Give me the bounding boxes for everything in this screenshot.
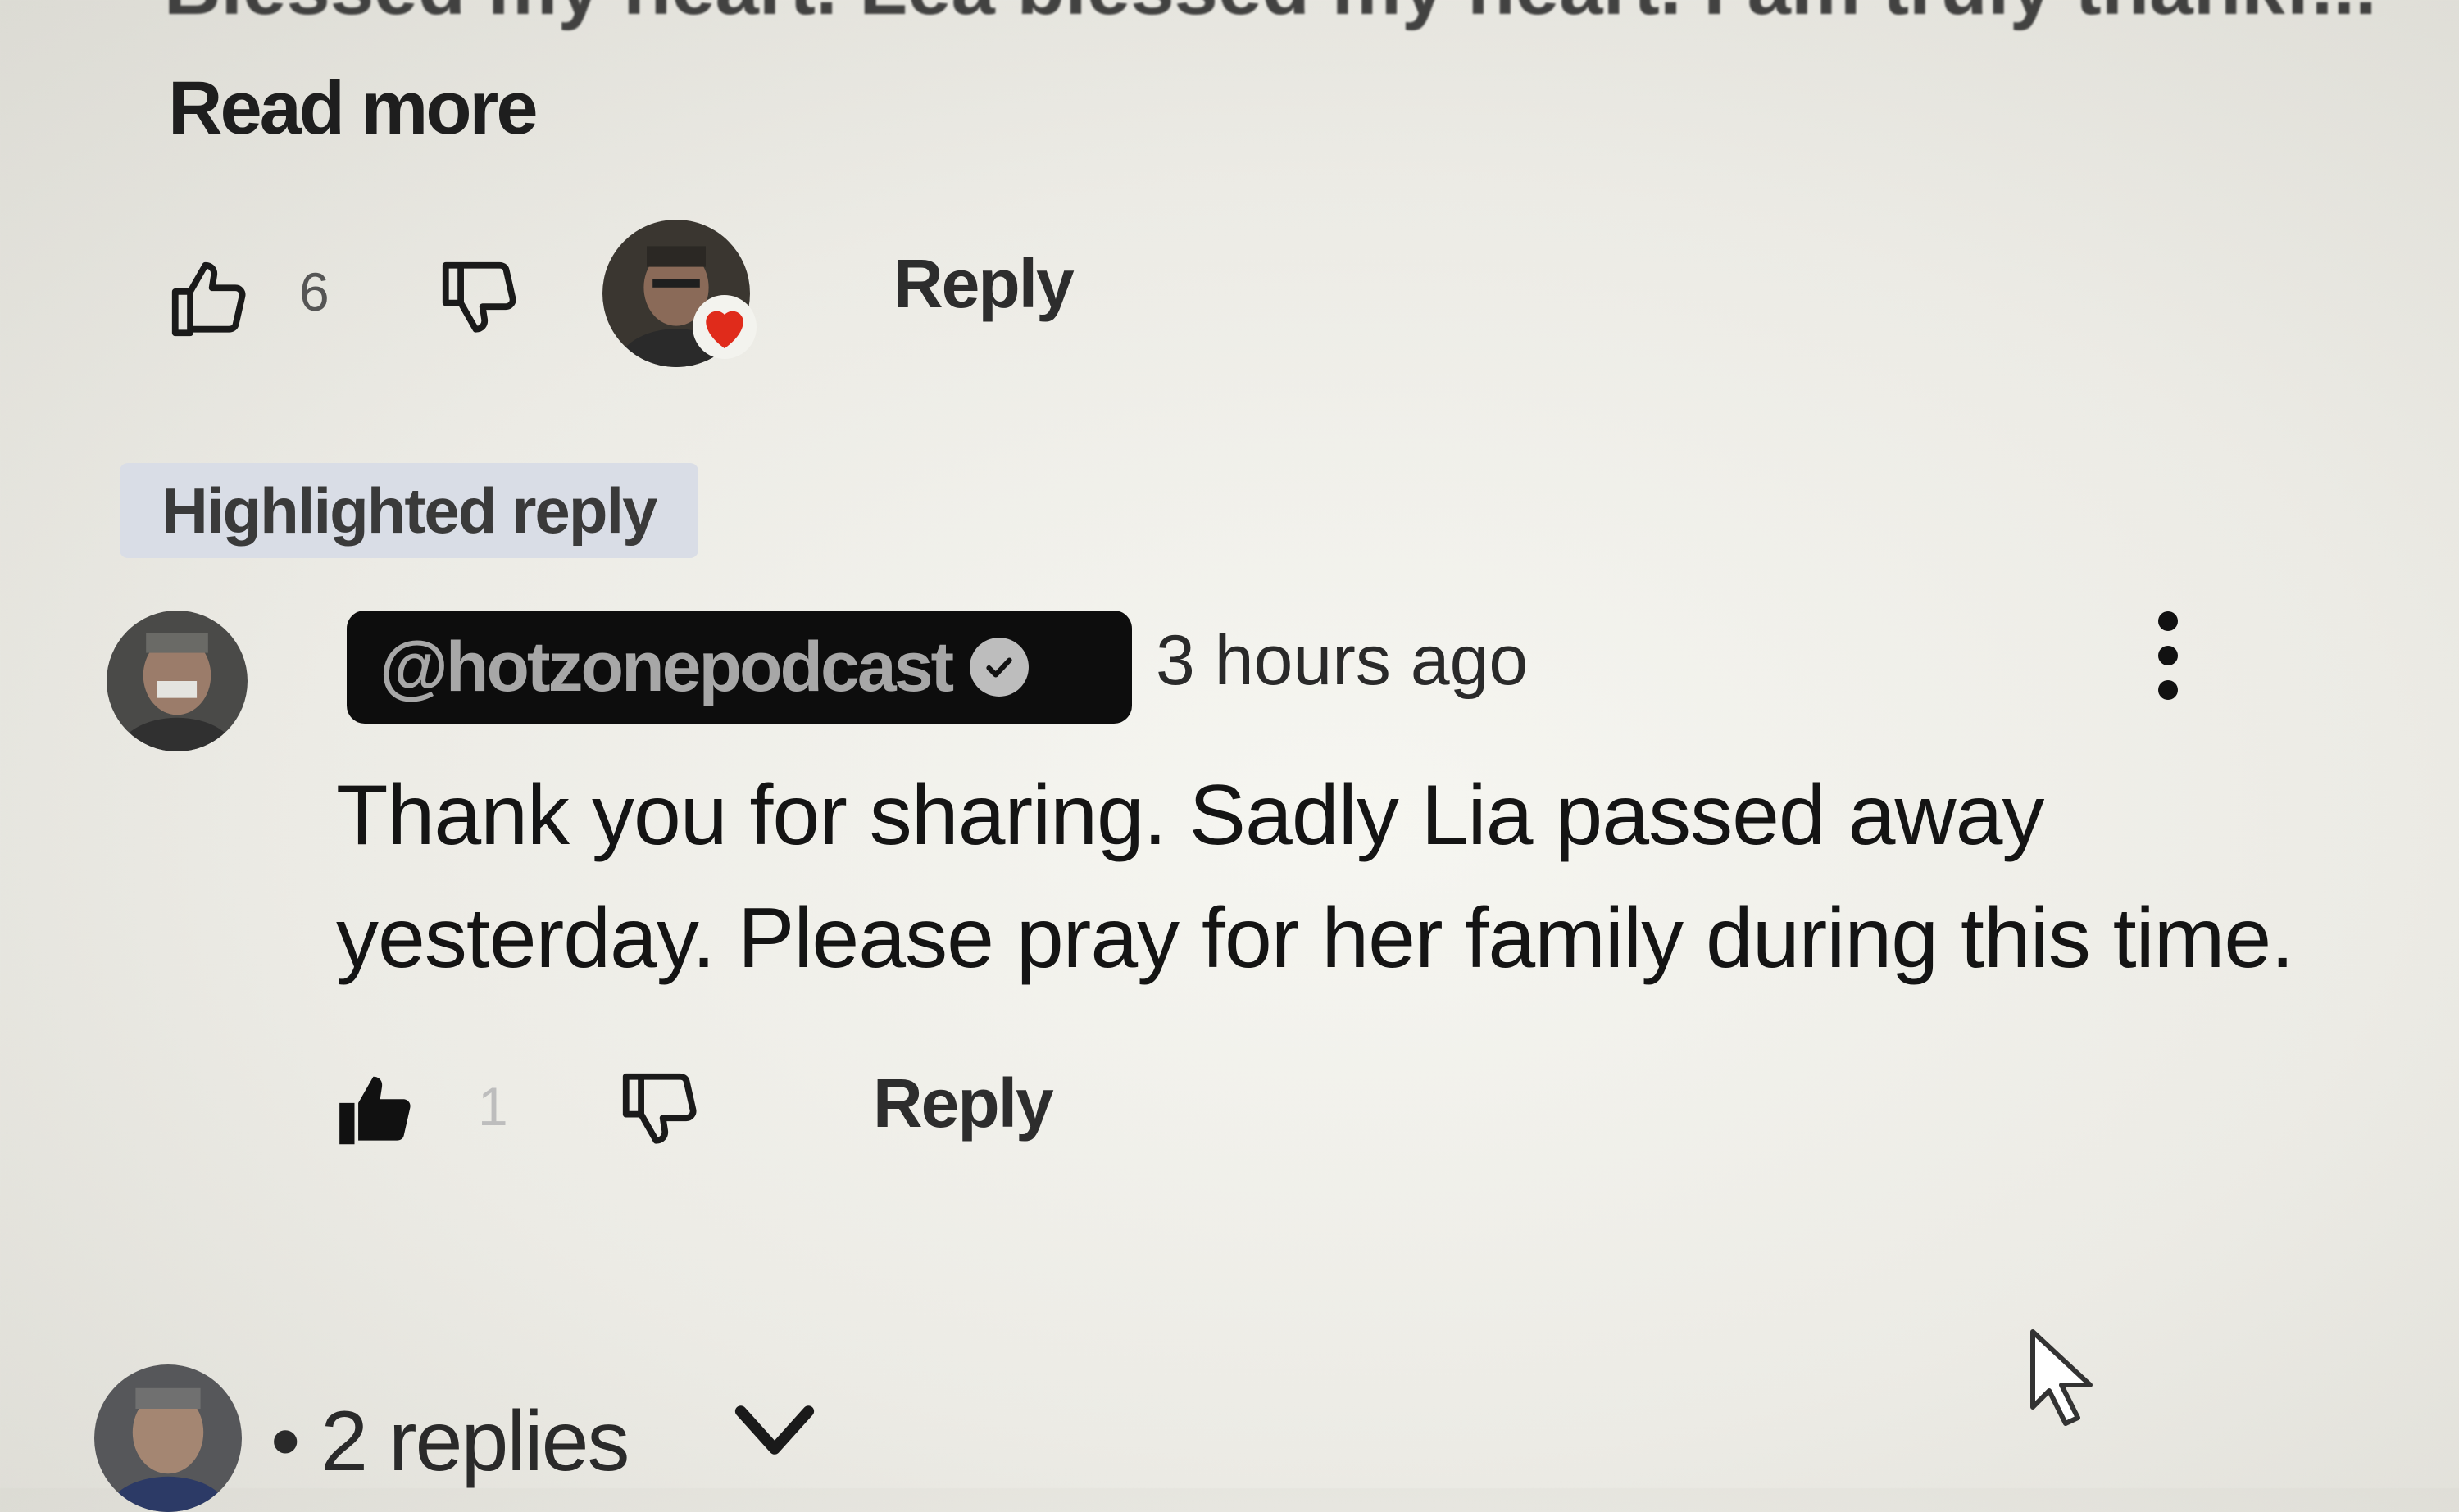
author-name: @hotzonepodcast	[380, 627, 954, 706]
reply-like-count: 1	[478, 1076, 508, 1137]
chevron-down-icon[interactable]	[730, 1393, 820, 1471]
previous-comment-text: Blessed my heart. Lea blessed my heart. …	[164, 0, 2377, 33]
verified-check-icon	[970, 638, 1030, 697]
three-dots-vertical-icon	[2158, 611, 2178, 631]
mouse-pointer-icon	[2025, 1328, 2098, 1430]
thumbs-up-outline-icon	[171, 261, 246, 337]
view-replies-button[interactable]: • 2 replies	[270, 1393, 630, 1491]
like-button[interactable]	[156, 246, 262, 352]
thumbs-down-outline-icon	[622, 1073, 697, 1144]
reply-text: Thank you for sharing. Sadly Lia passed …	[336, 768, 2294, 986]
like-button-active[interactable]	[324, 1057, 430, 1164]
creator-heart	[602, 220, 757, 367]
highlighted-reply-badge: Highlighted reply	[120, 463, 698, 558]
dislike-button[interactable]	[426, 246, 533, 352]
dislike-button[interactable]	[607, 1057, 713, 1164]
more-options-button[interactable]	[2131, 590, 2205, 721]
replier-avatar	[94, 1364, 242, 1512]
reply-button[interactable]: Reply	[873, 1064, 1054, 1143]
thumbs-up-filled-icon	[339, 1076, 411, 1145]
reply-timestamp: 3 hours ago	[1156, 621, 1529, 700]
thumbs-down-outline-icon	[442, 261, 516, 333]
reply-button[interactable]: Reply	[893, 244, 1075, 324]
heart-icon	[693, 295, 757, 359]
reply-author-avatar[interactable]	[107, 611, 248, 751]
author-name-pill[interactable]: @hotzonepodcast	[347, 611, 1132, 724]
like-count: 6	[299, 261, 330, 322]
read-more-link[interactable]: Read more	[168, 66, 538, 152]
